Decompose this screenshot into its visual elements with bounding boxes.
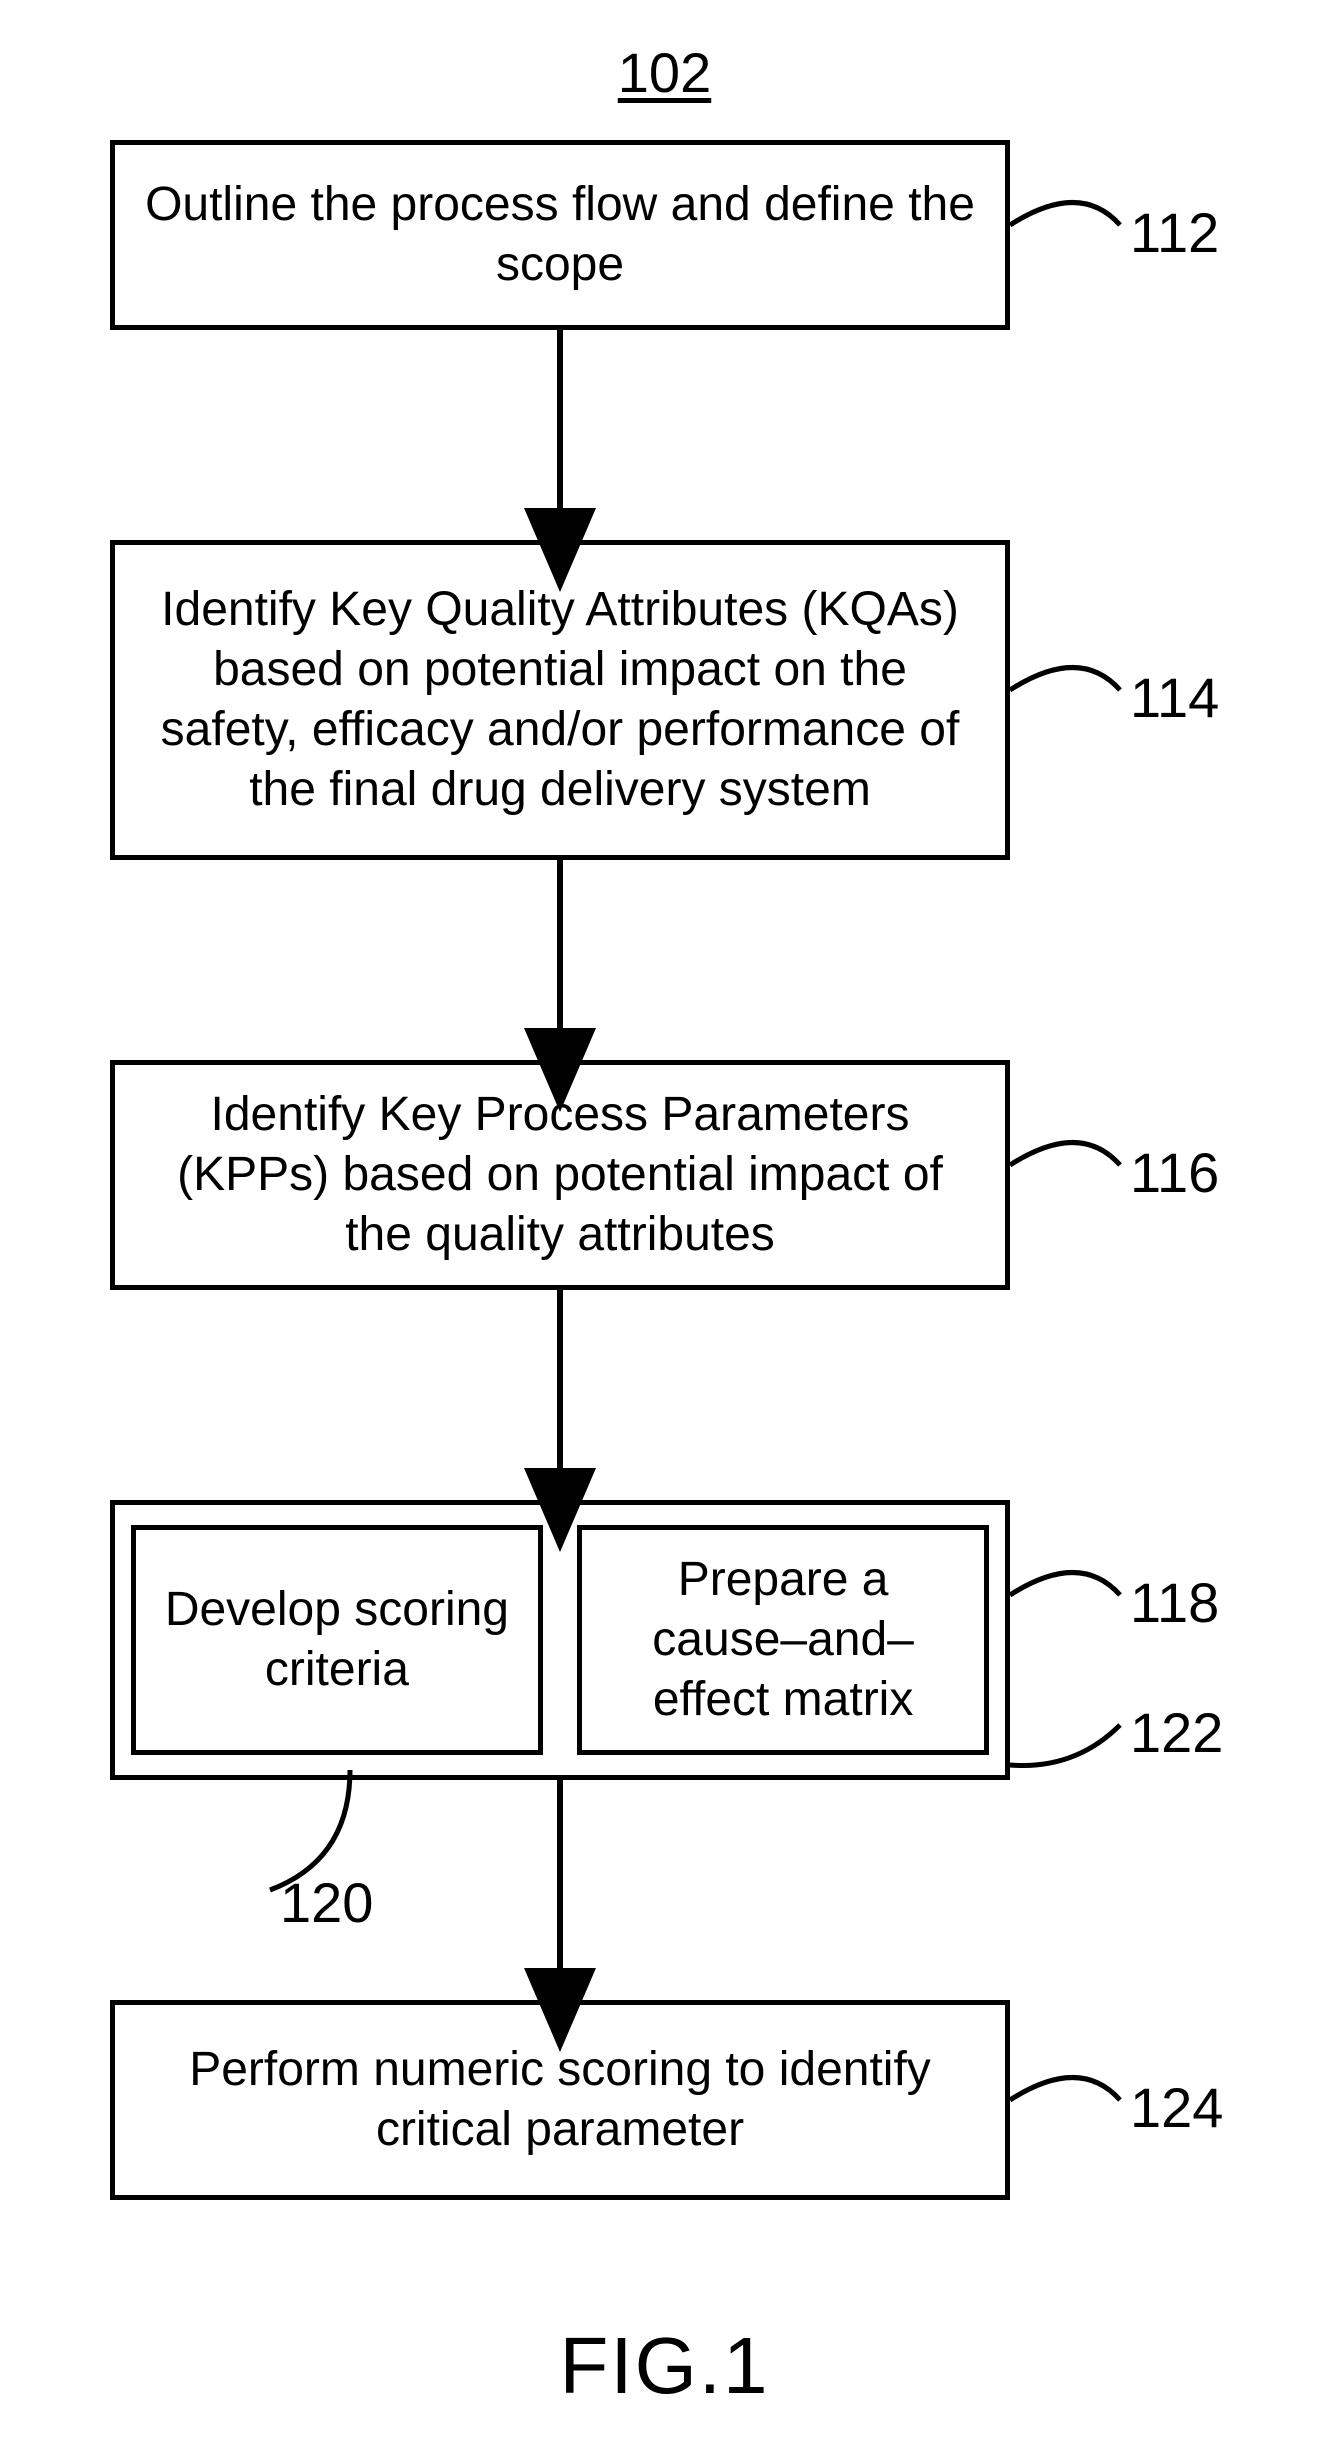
step-text-120: Develop scoring criteria — [158, 1580, 516, 1700]
step-box-120: Develop scoring criteria — [131, 1525, 543, 1755]
step-text-114: Identify Key Quality Attributes (KQAs) b… — [145, 580, 975, 820]
step-box-114: Identify Key Quality Attributes (KQAs) b… — [110, 540, 1010, 860]
diagram-page: 102 Outline the process flow and define … — [0, 0, 1329, 2461]
step-box-118: Develop scoring criteria Prepare a cause… — [110, 1500, 1010, 1780]
step-box-122: Prepare a cause–and–effect matrix — [577, 1525, 989, 1755]
ref-label-112: 112 — [1130, 200, 1219, 265]
callout-116 — [1010, 1143, 1120, 1166]
callout-114 — [1010, 668, 1120, 691]
figure-caption: FIG.1 — [559, 2320, 769, 2412]
callout-118 — [1010, 1573, 1120, 1596]
step-text-122: Prepare a cause–and–effect matrix — [604, 1550, 962, 1730]
ref-label-122: 122 — [1130, 1700, 1223, 1765]
step-text-124: Perform numeric scoring to identify crit… — [145, 2040, 975, 2160]
step-text-116: Identify Key Process Parameters (KPPs) b… — [145, 1085, 975, 1265]
step-box-112: Outline the process flow and define the … — [110, 140, 1010, 330]
callout-112 — [1010, 203, 1120, 226]
step-box-124: Perform numeric scoring to identify crit… — [110, 2000, 1010, 2200]
step-text-112: Outline the process flow and define the … — [145, 175, 975, 295]
ref-label-124: 124 — [1130, 2075, 1223, 2140]
ref-label-116: 116 — [1130, 1140, 1219, 1205]
diagram-title: 102 — [618, 40, 711, 105]
ref-label-120: 120 — [280, 1870, 373, 1935]
ref-label-118: 118 — [1130, 1570, 1219, 1635]
callout-122 — [1010, 1725, 1120, 1766]
step-box-116: Identify Key Process Parameters (KPPs) b… — [110, 1060, 1010, 1290]
ref-label-114: 114 — [1130, 665, 1219, 730]
callout-124 — [1010, 2078, 1120, 2101]
